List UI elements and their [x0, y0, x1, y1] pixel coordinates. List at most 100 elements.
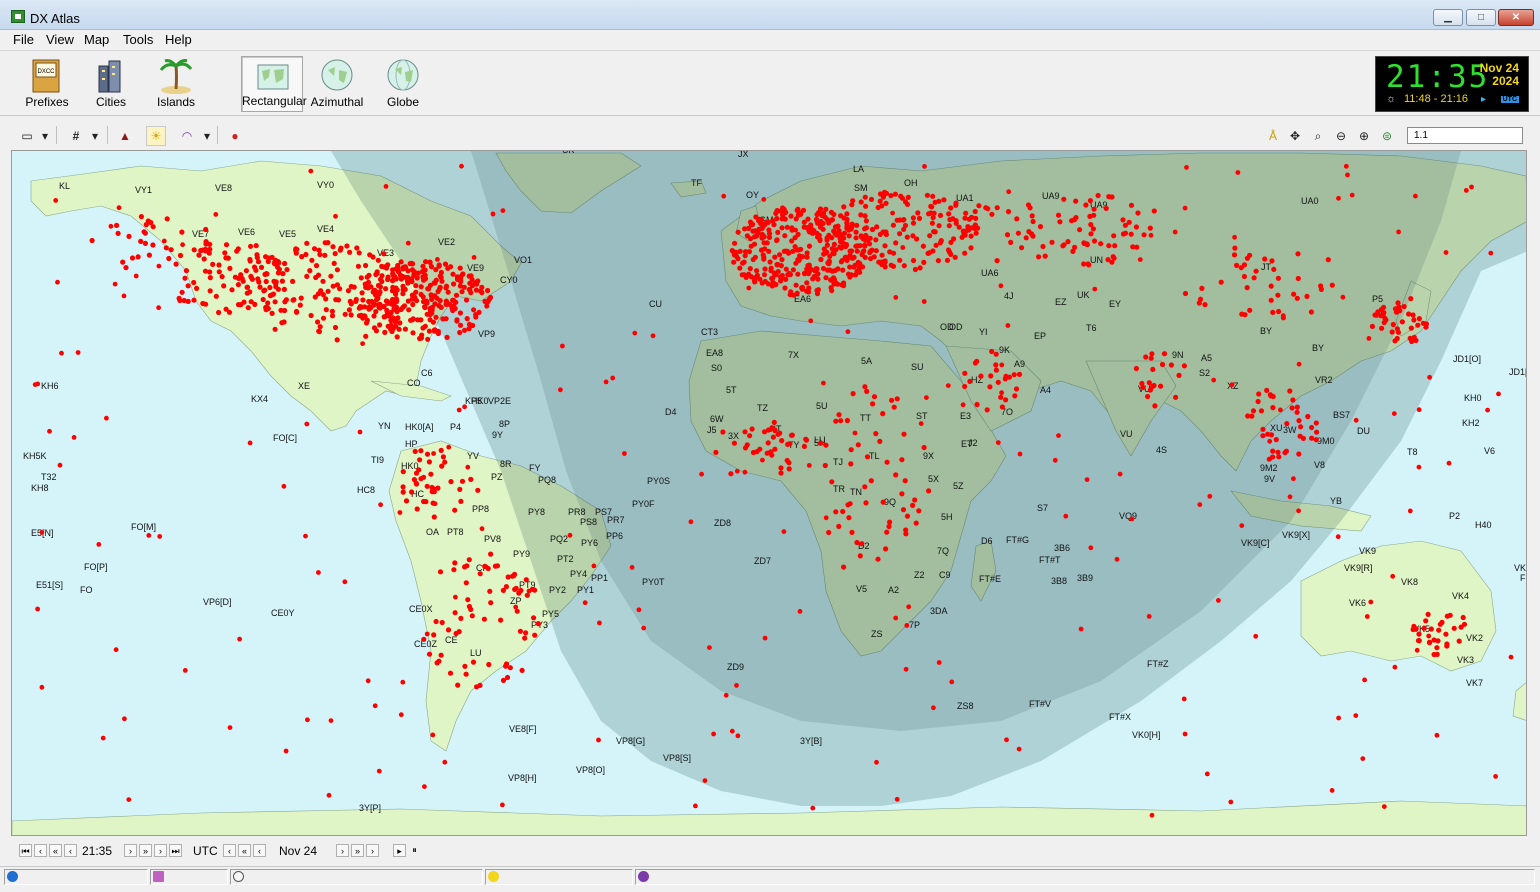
station-dot [804, 280, 810, 286]
aurora-dropdown-icon[interactable]: ▾ [200, 126, 214, 146]
world-map[interactable]: UKJXLAOHSMKLVY1VE8VY0TFOYUA1UA9UA0UA9GMV… [11, 150, 1527, 836]
station-dot [434, 295, 440, 301]
station-dot [427, 306, 433, 312]
time-step-back-button[interactable]: ‹ [64, 844, 77, 857]
date-fast-back-button[interactable]: « [238, 844, 251, 857]
prefix-label: FT#T [1039, 555, 1061, 565]
station-dot [748, 222, 755, 228]
menu-map[interactable]: Map [84, 32, 109, 47]
date-fast-fwd-button[interactable]: » [351, 844, 364, 857]
station-dot [1298, 424, 1304, 430]
pan-icon[interactable]: ✥ [1285, 126, 1305, 146]
zoom-out-icon[interactable]: ⊖ [1331, 126, 1351, 146]
menu-tools[interactable]: Tools [123, 32, 153, 47]
station-dot [1275, 449, 1281, 455]
globe-button[interactable]: Globe [372, 56, 434, 112]
zoom-level-field[interactable]: 1.1 [1407, 127, 1523, 144]
station-dot [853, 243, 859, 249]
sun-terminator-icon[interactable]: ☀ [146, 126, 166, 146]
minimize-button[interactable]: ▁ [1433, 9, 1463, 26]
pin-icon[interactable]: ● [225, 126, 245, 146]
time-back-button[interactable]: ‹ [34, 844, 47, 857]
zoom-fit-icon[interactable]: ⊜ [1377, 126, 1397, 146]
station-dot [1335, 534, 1341, 540]
time-first-button[interactable]: ⏮ [19, 844, 32, 857]
station-dot [513, 604, 519, 610]
date-step-fwd-button[interactable]: › [336, 844, 349, 857]
station-dot [1234, 262, 1240, 268]
station-dot [377, 289, 383, 295]
prefix-label: PT8 [447, 527, 464, 537]
station-dot [931, 705, 936, 711]
station-dot [194, 285, 200, 291]
cities-button[interactable]: Cities [80, 56, 142, 112]
azimuthal-button[interactable]: Azimuthal [306, 56, 368, 112]
station-dot [1278, 407, 1283, 413]
time-fwd-button[interactable]: › [154, 844, 167, 857]
station-dot [1296, 361, 1302, 367]
station-dot [490, 211, 496, 217]
station-dot [462, 564, 468, 570]
station-dot [963, 210, 969, 216]
prefix-label: 4S [1156, 445, 1167, 455]
map-canvas[interactable]: UKJXLAOHSMKLVY1VE8VY0TFOYUA1UA9UA0UA9GMV… [12, 151, 1527, 836]
label-dropdown-icon[interactable]: ▾ [38, 126, 52, 146]
menu-view[interactable]: View [46, 32, 74, 47]
prefixes-button[interactable]: DXCC Prefixes [16, 56, 78, 112]
zoom-rect-icon[interactable]: ⌕ [1308, 126, 1328, 146]
station-dot [836, 523, 842, 530]
station-dot [764, 450, 770, 456]
prefix-label: 3Y[P] [359, 803, 381, 813]
station-dot [775, 208, 781, 214]
date-value[interactable]: Nov 24 [279, 843, 335, 859]
clock-play-icon[interactable]: ▸ [1481, 94, 1486, 105]
time-fast-fwd-button[interactable]: » [139, 844, 152, 857]
prefix-label: VE4 [317, 224, 334, 234]
aurora-icon[interactable]: ◠ [176, 126, 198, 146]
islands-button[interactable]: Islands [145, 56, 207, 112]
date-back-button[interactable]: ‹ [223, 844, 236, 857]
station-dot [1148, 232, 1154, 238]
station-dot [447, 670, 454, 676]
station-dot [1017, 451, 1023, 457]
station-dot [854, 248, 860, 254]
pause-button[interactable]: ⏸ [408, 844, 421, 857]
grid-icon[interactable]: # [66, 126, 86, 146]
station-dot [379, 263, 385, 269]
station-dot [377, 284, 383, 290]
station-dot [567, 532, 573, 538]
time-fast-back-button[interactable]: « [49, 844, 62, 857]
maximize-button[interactable]: □ [1466, 9, 1496, 26]
prefix-label: FT#E [979, 574, 1001, 584]
date-step-back-button[interactable]: ‹ [253, 844, 266, 857]
menu-bar: File View Map Tools Help [0, 30, 1540, 50]
station-dot [213, 293, 219, 299]
time-value[interactable]: 21:35 [82, 843, 122, 859]
play-button[interactable]: ▸ [393, 844, 406, 857]
prefix-label: CY0 [500, 275, 518, 285]
mountain-icon[interactable]: ▲ [115, 126, 135, 146]
rectangular-button[interactable]: Rectangular [241, 56, 307, 112]
station-dot [995, 379, 1001, 385]
station-dot [293, 247, 299, 253]
compass-icon[interactable]: Å [1264, 126, 1282, 146]
prefix-label: ZD8 [714, 518, 731, 528]
grid-dropdown-icon[interactable]: ▾ [88, 126, 102, 146]
label-options-icon[interactable]: ▭ [17, 126, 37, 146]
station-dot [1120, 217, 1126, 223]
menu-file[interactable]: File [13, 32, 34, 47]
station-dot [1276, 454, 1282, 460]
date-fwd-button[interactable]: › [366, 844, 379, 857]
menu-help[interactable]: Help [165, 32, 192, 47]
prefix-label: DU [1357, 426, 1370, 436]
station-dot [1362, 677, 1367, 683]
sun-icon: ☼ [1386, 93, 1397, 105]
time-last-button[interactable]: ⏭ [169, 844, 182, 857]
close-button[interactable]: ✕ [1498, 9, 1534, 26]
station-dot [849, 224, 855, 230]
time-step-fwd-button[interactable]: › [124, 844, 137, 857]
prefix-label: J5 [707, 425, 717, 435]
station-dot [1329, 788, 1335, 793]
zoom-in-icon[interactable]: ⊕ [1354, 126, 1374, 146]
station-dot [740, 260, 746, 266]
